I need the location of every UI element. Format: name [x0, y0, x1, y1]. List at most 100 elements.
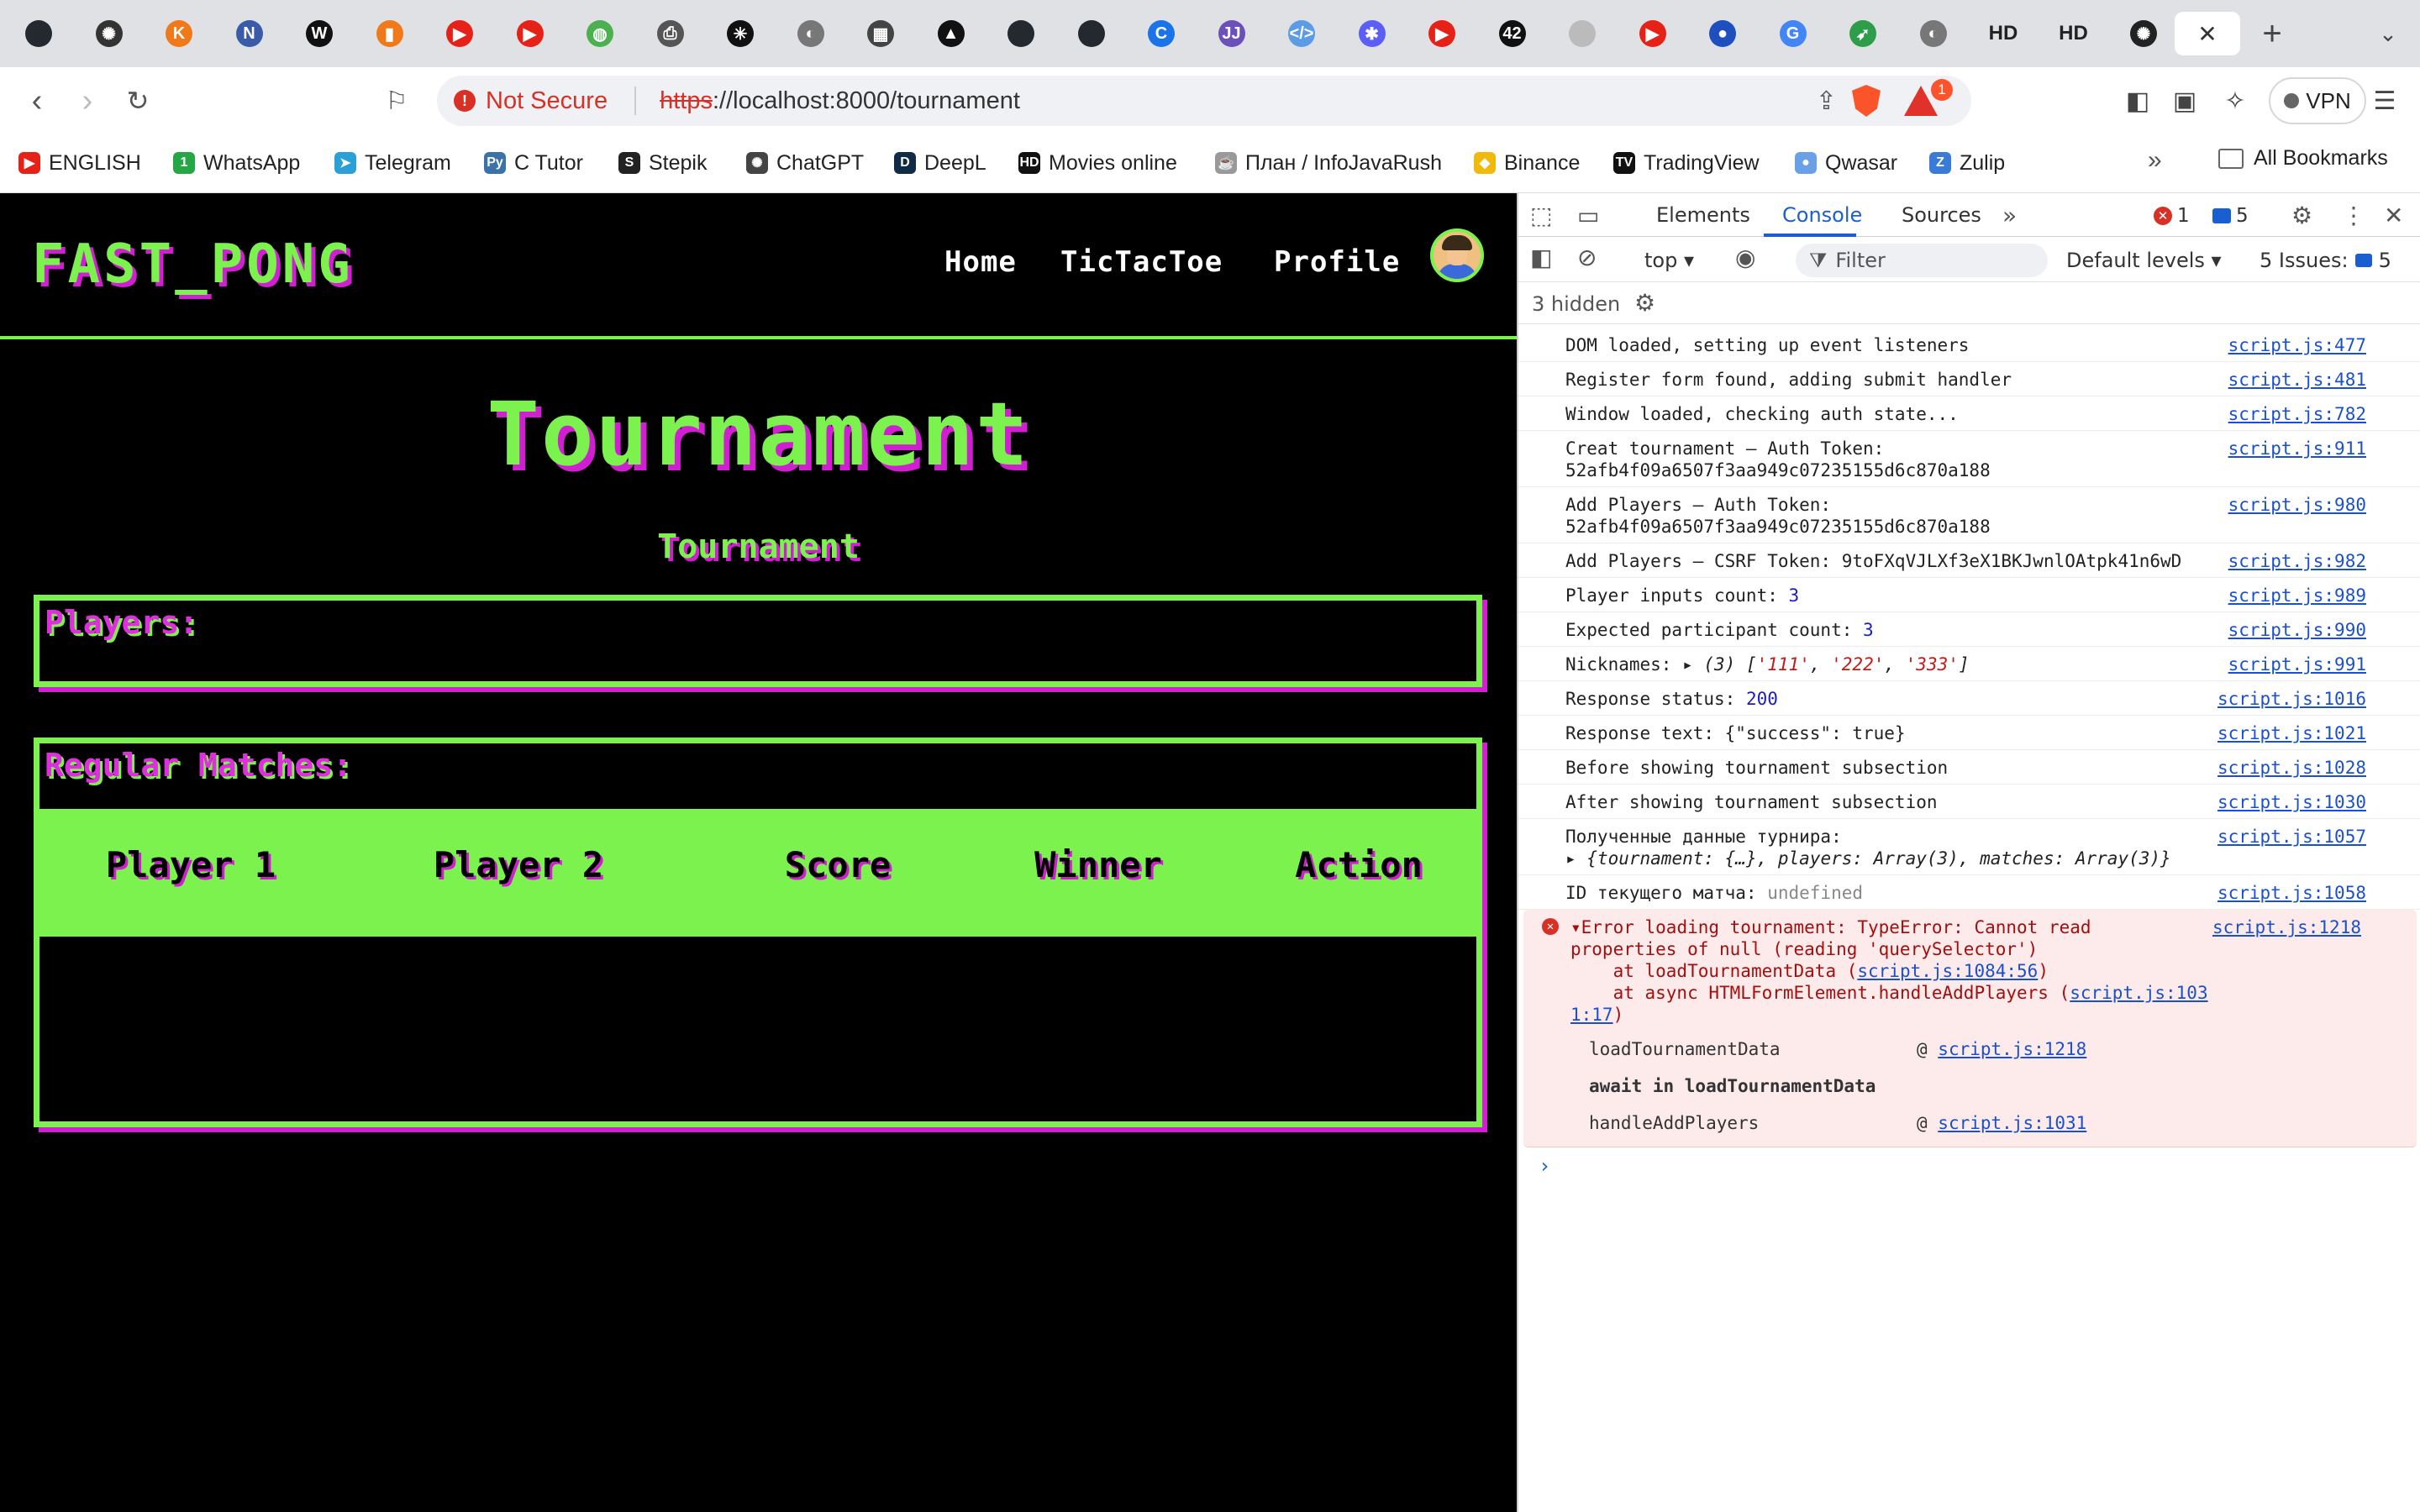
globe-icon[interactable]: ◐ — [789, 12, 833, 55]
object-preview[interactable]: {tournament: {…}, players: Array(3), mat… — [1586, 848, 2170, 869]
new-tab-button[interactable]: + — [2250, 12, 2294, 55]
source-link[interactable]: script.js:1057 — [2217, 826, 2366, 848]
printer-icon[interactable]: ⎙ — [649, 12, 692, 55]
bookmark-item[interactable]: TV TradingView — [1613, 146, 1760, 180]
youtube-icon[interactable]: ▶ — [1631, 12, 1675, 55]
console-settings-icon[interactable]: ⚙ — [1634, 289, 1655, 317]
chatgpt-icon[interactable]: ✺ — [2122, 12, 2165, 55]
message-counter[interactable]: 5 — [2212, 205, 2249, 227]
brave-shields-icon[interactable] — [1852, 85, 1881, 117]
device-toolbar-icon[interactable]: ▭ — [1577, 202, 1599, 229]
inspect-element-icon[interactable]: ⬚ — [1530, 202, 1552, 229]
triangle-icon[interactable]: ▲ — [929, 12, 973, 55]
leo-ai-icon[interactable]: ✧ — [2215, 81, 2255, 121]
youtube-icon[interactable]: ▶ — [1420, 12, 1464, 55]
close-tab-icon[interactable]: ✕ — [2197, 20, 2217, 48]
source-link[interactable]: script.js:1030 — [2217, 791, 2366, 813]
back-button[interactable]: ‹ — [17, 81, 57, 121]
google-icon[interactable]: G — [1771, 12, 1815, 55]
source-link[interactable]: script.js:481 — [2228, 369, 2366, 391]
youtube-icon[interactable]: ▶ — [508, 12, 552, 55]
vpn-button[interactable]: VPN — [2269, 77, 2366, 124]
bookmark-item[interactable]: ➤ Telegram — [334, 146, 451, 180]
address-bar[interactable]: ! Not Secure https://localhost:8000/tour… — [437, 76, 1971, 126]
jetbrains-icon[interactable]: JJ — [1210, 12, 1254, 55]
not-secure-label[interactable]: Not Secure — [486, 87, 608, 115]
more-tabs-icon[interactable]: » — [2002, 202, 2017, 229]
source-link[interactable]: script.js:982 — [2228, 550, 2366, 572]
source-link[interactable]: script.js:1016 — [2217, 688, 2366, 710]
bookmark-item[interactable]: ▶ ENGLISH — [18, 146, 141, 180]
source-link[interactable]: script.js:990 — [2228, 619, 2366, 641]
more-bookmarks-icon[interactable]: » — [2148, 146, 2162, 175]
wallet-icon[interactable]: ▣ — [2165, 81, 2205, 121]
collapse-triangle-icon[interactable]: ▾ — [1570, 917, 1581, 937]
tab-elements[interactable]: Elements — [1656, 203, 1750, 227]
menu-icon[interactable]: ☰ — [2365, 81, 2405, 121]
bookmark-item[interactable]: Z Zulip — [1929, 146, 2005, 180]
nav-home[interactable]: Home — [944, 245, 1017, 279]
book-icon[interactable]: ▦ — [859, 12, 902, 55]
log-levels-dropdown[interactable]: Default levels ▾ — [2066, 249, 2222, 272]
close-devtools-icon[interactable]: ✕ — [2384, 202, 2403, 229]
stack-link[interactable]: script.js:1218 — [1938, 1039, 2086, 1059]
nav-tictactoe[interactable]: TicTacToe — [1060, 245, 1223, 279]
issues-button[interactable]: 5 Issues: 5 — [2260, 249, 2391, 272]
reload-button[interactable]: ↻ — [118, 81, 158, 121]
source-link[interactable]: script.js:477 — [2228, 334, 2366, 356]
hd-tab[interactable]: HD — [2052, 12, 2096, 55]
avatar[interactable] — [1430, 228, 1484, 282]
github-icon[interactable] — [17, 12, 60, 55]
github-icon[interactable] — [1070, 12, 1113, 55]
bookmark-item[interactable]: 1 WhatsApp — [173, 146, 300, 180]
share-icon[interactable]: ⇪ — [1816, 87, 1837, 116]
expand-triangle-icon[interactable]: ▸ — [1682, 654, 1703, 675]
source-link[interactable]: script.js:1028 — [2217, 757, 2366, 779]
all-bookmarks-button[interactable]: All Bookmarks — [2218, 146, 2388, 171]
stack-link[interactable]: script.js:1031 — [1938, 1113, 2086, 1133]
source-link[interactable]: script.js:782 — [2228, 403, 2366, 425]
settings-gear-icon[interactable]: ⚙ — [2291, 202, 2312, 229]
youtube-icon[interactable]: ▶ — [438, 12, 481, 55]
green-circle-icon[interactable]: ◍ — [578, 12, 622, 55]
github-icon[interactable] — [999, 12, 1043, 55]
expand-triangle-icon[interactable]: ▸ — [1565, 848, 1586, 869]
bookmark-item[interactable]: ◆ Binance — [1474, 146, 1580, 180]
bookmark-page-icon[interactable]: ⚐ — [376, 81, 417, 121]
wwr-icon[interactable]: W — [297, 12, 341, 55]
code-icon[interactable]: </> — [1280, 12, 1323, 55]
source-link[interactable]: script.js:980 — [2228, 494, 2366, 516]
error-counter[interactable]: ✕ 1 — [2154, 205, 2190, 227]
asterisk-icon[interactable]: ✱ — [1350, 12, 1394, 55]
context-selector[interactable]: top ▾ — [1644, 249, 1694, 272]
tab-search-icon[interactable]: ⌄ — [2366, 12, 2410, 55]
source-link[interactable]: script.js:1058 — [2217, 882, 2366, 904]
bookmark-item[interactable]: ● Qwasar — [1795, 146, 1897, 180]
chatgpt-icon[interactable]: ✺ — [87, 12, 131, 55]
console-prompt-input[interactable]: › — [1539, 1154, 1550, 1178]
notion-icon[interactable]: N — [228, 12, 271, 55]
active-tab[interactable]: ✕ — [2175, 12, 2240, 55]
tab-sources[interactable]: Sources — [1902, 203, 1981, 227]
source-link[interactable]: script.js:911 — [2228, 438, 2366, 459]
tab-console[interactable]: Console — [1782, 203, 1862, 227]
bookmark-item[interactable]: S Stepik — [618, 146, 707, 180]
cursor-icon[interactable]: ➶ — [1841, 12, 1885, 55]
site-logo[interactable]: FAST_PONG — [32, 234, 354, 296]
bar-chart-icon[interactable]: ▮ — [368, 12, 412, 55]
blue-circle-icon[interactable]: ● — [1701, 12, 1744, 55]
source-link[interactable]: script.js:989 — [2228, 585, 2366, 606]
source-link[interactable]: script.js:1218 — [2212, 916, 2361, 938]
bookmark-item[interactable]: D DeepL — [894, 146, 986, 180]
globe-icon[interactable]: ◐ — [1912, 12, 1955, 55]
sidebar-toggle-icon[interactable]: ◧ — [1530, 244, 1552, 271]
c-icon[interactable]: C — [1139, 12, 1183, 55]
42-icon[interactable]: 42 — [1491, 12, 1534, 55]
source-link[interactable]: script.js:991 — [2228, 654, 2366, 675]
github-icon[interactable] — [1560, 12, 1604, 55]
console-filter-input[interactable]: ⧩ Filter — [1796, 244, 2048, 277]
url-text[interactable]: https://localhost:8000/tournament — [660, 87, 1020, 115]
bookmark-item[interactable]: Py C Tutor — [484, 146, 583, 180]
nav-profile[interactable]: Profile — [1274, 245, 1400, 279]
source-link[interactable]: script.js:1021 — [2217, 722, 2366, 744]
